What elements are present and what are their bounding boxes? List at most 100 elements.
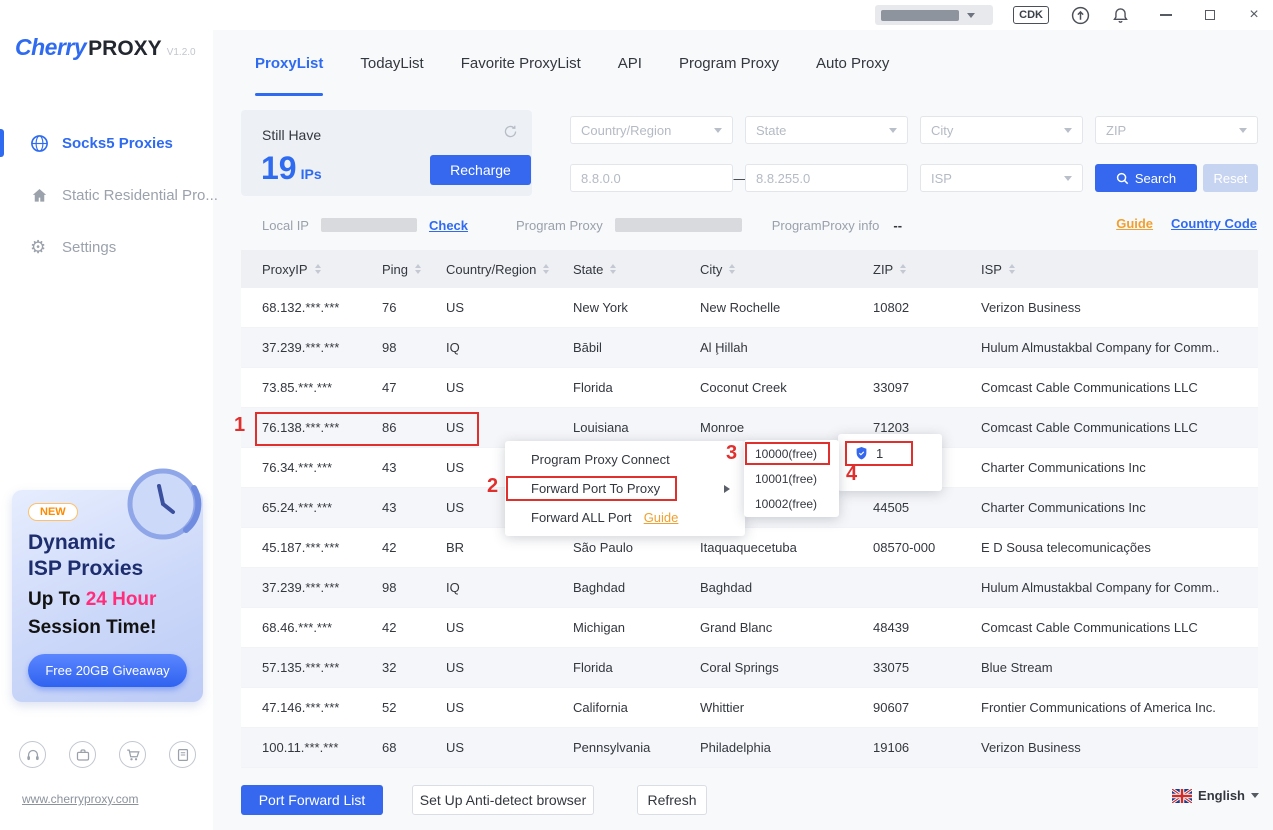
refresh-list-button[interactable]: Refresh <box>637 785 707 815</box>
recharge-button[interactable]: Recharge <box>430 155 531 185</box>
table-row[interactable]: 47.146.***.*** 52 US California Whittier… <box>241 688 1258 728</box>
support-button[interactable] <box>19 741 46 768</box>
sort-icon[interactable] <box>543 264 549 274</box>
country-region-select[interactable]: Country/Region <box>570 116 733 144</box>
context-menu-item-label: Forward ALL Port <box>531 510 632 525</box>
sidebar-item-socks5-proxies[interactable]: Socks5 Proxies <box>0 128 213 158</box>
tab[interactable]: Favorite ProxyList <box>461 30 581 96</box>
submenu-item-port-10000[interactable]: 10000(free) <box>744 441 839 466</box>
column-header[interactable]: City <box>700 262 873 277</box>
table-row[interactable]: 37.239.***.*** 98 IQ Bābil Al Ḩillah Hul… <box>241 328 1258 368</box>
ip-range-end-input[interactable] <box>756 171 897 186</box>
search-button[interactable]: Search <box>1095 164 1197 192</box>
column-header[interactable]: Ping <box>382 262 446 277</box>
country-code-link[interactable]: Country Code <box>1171 216 1257 231</box>
cell-country: US <box>446 380 573 395</box>
table-row[interactable]: 100.11.***.*** 68 US Pennsylvania Philad… <box>241 728 1258 768</box>
table-row[interactable]: 57.135.***.*** 32 US Florida Coral Sprin… <box>241 648 1258 688</box>
update-button[interactable] <box>1071 6 1090 25</box>
website-link[interactable]: www.cherryproxy.com <box>22 792 138 806</box>
port-forward-list-button[interactable]: Port Forward List <box>241 785 383 815</box>
uk-flag-icon <box>1172 789 1192 803</box>
cell-ping: 47 <box>382 380 446 395</box>
promo-banner[interactable]: NEW Dynamic ISP Proxies Up To 24 Hour Se… <box>12 490 203 702</box>
table-row[interactable]: 73.85.***.*** 47 US Florida Coconut Cree… <box>241 368 1258 408</box>
cell-ping: 43 <box>382 460 446 475</box>
context-menu-item-program-proxy-connect[interactable]: Program Proxy Connect <box>505 445 745 474</box>
bell-icon <box>1112 7 1129 24</box>
cdk-button[interactable]: CDK <box>1013 6 1049 24</box>
promo-subtitle-line2: Session Time! <box>28 617 156 639</box>
ip-range-start-input[interactable] <box>581 171 722 186</box>
cell-isp: Charter Communications Inc <box>981 500 1258 515</box>
tab[interactable]: Program Proxy <box>679 30 779 96</box>
giveaway-button[interactable]: Free 20GB Giveaway <box>28 654 187 687</box>
column-header-label: Ping <box>382 262 408 277</box>
table-row[interactable]: 68.132.***.*** 76 US New York New Rochel… <box>241 288 1258 328</box>
sidebar-item-settings[interactable]: ⚙ Settings <box>0 232 213 262</box>
cell-ping: 42 <box>382 620 446 635</box>
sort-icon[interactable] <box>1009 264 1015 274</box>
table-row[interactable]: 68.46.***.*** 42 US Michigan Grand Blanc… <box>241 608 1258 648</box>
tab[interactable]: API <box>618 30 642 96</box>
reset-button[interactable]: Reset <box>1203 164 1258 192</box>
context-menu-item-forward-port[interactable]: Forward Port To Proxy <box>505 474 745 503</box>
refresh-balance-button[interactable] <box>503 124 518 144</box>
column-header-label: Country/Region <box>446 262 536 277</box>
column-header[interactable]: State <box>573 262 700 277</box>
column-header-label: ZIP <box>873 262 893 277</box>
zip-select[interactable]: ZIP <box>1095 116 1258 144</box>
forward-all-guide-link[interactable]: Guide <box>644 510 679 525</box>
store-button[interactable] <box>119 741 146 768</box>
sidebar-item-static-residential[interactable]: Static Residential Pro... <box>0 180 213 210</box>
tab[interactable]: ProxyList <box>255 30 323 96</box>
cell-ping: 68 <box>382 740 446 755</box>
submenu-item-port-10002[interactable]: 10002(free) <box>744 491 839 516</box>
column-header[interactable]: ProxyIP <box>262 262 382 277</box>
context-menu-item-forward-all-port[interactable]: Forward ALL Port Guide <box>505 503 745 532</box>
country-region-placeholder: Country/Region <box>581 123 671 138</box>
tab[interactable]: Auto Proxy <box>816 30 889 96</box>
annotation-step-4: 4 <box>846 463 857 486</box>
column-header-label: ISP <box>981 262 1002 277</box>
isp-select[interactable]: ISP <box>920 164 1083 192</box>
account-selector[interactable] <box>875 5 993 25</box>
cell-state: Florida <box>573 660 700 675</box>
anti-detect-browser-button[interactable]: Set Up Anti-detect browser <box>412 785 594 815</box>
guide-link[interactable]: Guide <box>1116 216 1153 231</box>
notifications-button[interactable] <box>1112 7 1129 24</box>
cell-proxy-ip: 37.239.***.*** <box>262 340 382 355</box>
sort-icon[interactable] <box>729 264 735 274</box>
city-placeholder: City <box>931 123 953 138</box>
cell-state: New York <box>573 300 700 315</box>
sort-icon[interactable] <box>315 264 321 274</box>
business-button[interactable] <box>69 741 96 768</box>
table-row[interactable]: 45.187.***.*** 42 BR São Paulo Itaquaque… <box>241 528 1258 568</box>
close-button[interactable]: × <box>1247 8 1261 22</box>
minimize-button[interactable] <box>1159 8 1173 22</box>
sort-icon[interactable] <box>610 264 616 274</box>
cell-isp: Hulum Almustakbal Company for Comm.. <box>981 580 1258 595</box>
chevron-down-icon <box>967 13 975 18</box>
chevron-down-icon <box>1064 128 1072 133</box>
sort-icon[interactable] <box>900 264 906 274</box>
check-link[interactable]: Check <box>429 218 468 233</box>
maximize-button[interactable] <box>1203 8 1217 22</box>
column-header[interactable]: ZIP <box>873 262 981 277</box>
column-header[interactable]: ISP <box>981 262 1258 277</box>
globe-icon <box>30 134 49 153</box>
cell-isp: Verizon Business <box>981 740 1258 755</box>
cart-icon <box>125 747 141 763</box>
docs-button[interactable] <box>169 741 196 768</box>
cell-proxy-ip: 45.187.***.*** <box>262 540 382 555</box>
column-header[interactable]: Country/Region <box>446 262 573 277</box>
cell-state: Louisiana <box>573 420 700 435</box>
tab[interactable]: TodayList <box>360 30 423 96</box>
sort-icon[interactable] <box>415 264 421 274</box>
table-row[interactable]: 37.239.***.*** 98 IQ Baghdad Baghdad Hul… <box>241 568 1258 608</box>
submenu-item-port-10001[interactable]: 10001(free) <box>744 466 839 491</box>
state-select[interactable]: State <box>745 116 908 144</box>
cell-isp: Comcast Cable Communications LLC <box>981 620 1258 635</box>
language-selector[interactable]: English <box>1172 788 1259 803</box>
city-select[interactable]: City <box>920 116 1083 144</box>
